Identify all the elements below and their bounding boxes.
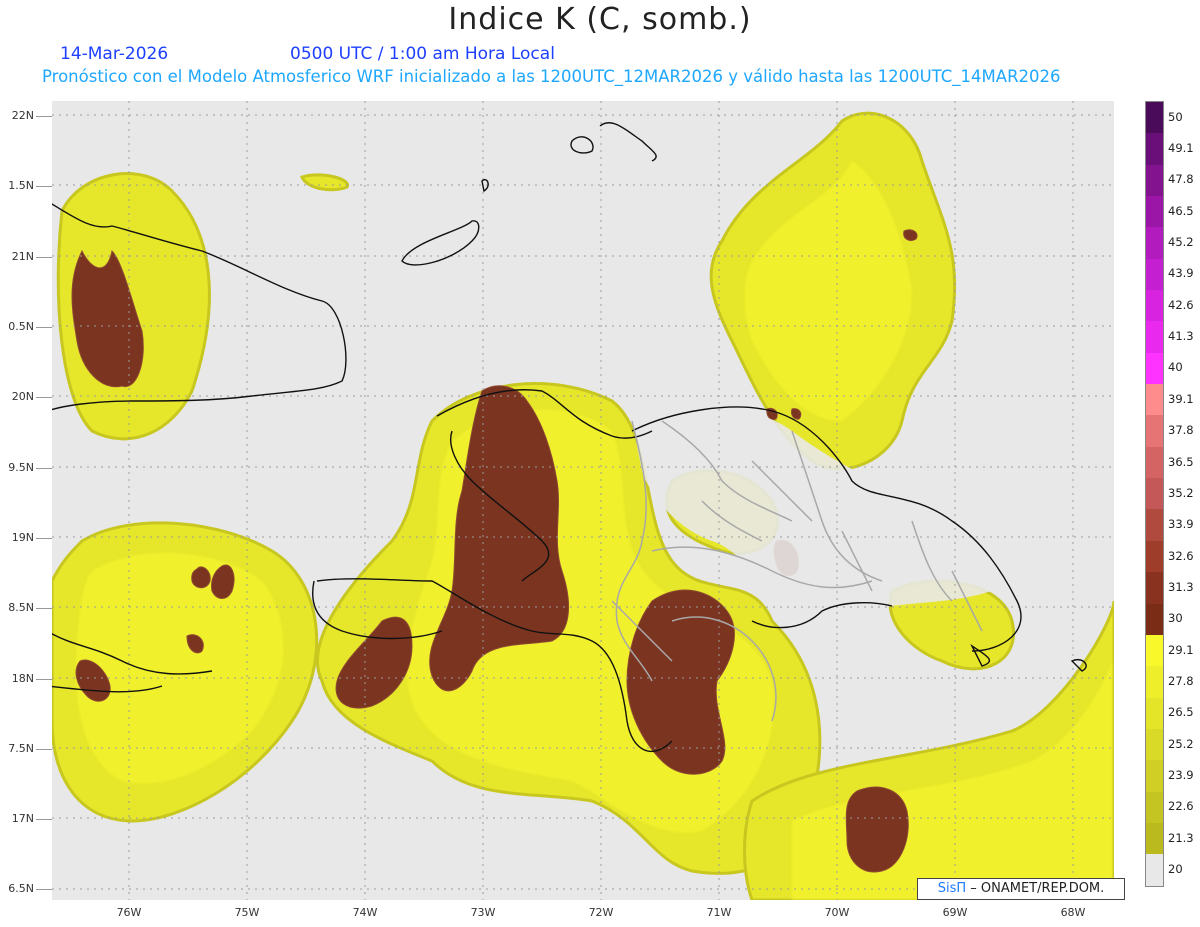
colorbar-segment <box>1146 102 1163 134</box>
colorbar <box>1145 101 1164 887</box>
colorbar-segment <box>1146 196 1163 228</box>
colorbar-segment <box>1146 854 1163 886</box>
forecast-date: 14-Mar-2026 <box>60 44 169 64</box>
latitude-tick <box>36 749 52 750</box>
colorbar-segment <box>1146 760 1163 792</box>
longitude-label: 68W <box>1060 906 1086 919</box>
colorbar-segment <box>1146 384 1163 416</box>
latitude-label: 19N <box>11 531 34 544</box>
longitude-label: 76W <box>116 906 142 919</box>
latitude-tick <box>36 819 52 820</box>
colorbar-label: 30 <box>1168 611 1183 626</box>
map-canvas <box>52 101 1114 900</box>
colorbar-label: 35.2 <box>1168 485 1194 500</box>
colorbar-segment <box>1146 791 1163 823</box>
latitude-label: 21N <box>11 250 34 263</box>
latitude-tick <box>36 538 52 539</box>
colorbar-label: 41.3 <box>1168 329 1194 344</box>
colorbar-label: 36.5 <box>1168 454 1194 469</box>
colorbar-label: 32.6 <box>1168 548 1194 563</box>
colorbar-segment <box>1146 258 1163 291</box>
latitude-label: 22N <box>11 109 34 122</box>
colorbar-segment <box>1146 164 1163 197</box>
map-title: Indice K (C, somb.) <box>448 2 752 37</box>
colorbar-segment <box>1146 321 1163 353</box>
colorbar-label: 37.8 <box>1168 423 1194 438</box>
colorbar-segment <box>1146 415 1163 447</box>
longitude-label: 75W <box>234 906 260 919</box>
colorbar-segment <box>1146 634 1163 667</box>
longitude-label: 69W <box>942 906 968 919</box>
latitude-label: 18N <box>11 672 34 685</box>
brand-label: SisΠ <box>937 881 967 896</box>
colorbar-label: 21.3 <box>1168 830 1194 845</box>
latitude-label: 7.5N <box>8 742 34 755</box>
colorbar-segment <box>1146 290 1163 322</box>
colorbar-label: 49.1 <box>1168 141 1194 156</box>
colorbar-label: 29.1 <box>1168 642 1194 657</box>
colorbar-segment <box>1146 603 1163 635</box>
latitude-label: 9.5N <box>8 461 34 474</box>
colorbar-segment <box>1146 133 1163 165</box>
colorbar-segment <box>1146 666 1163 698</box>
forecast-time: 0500 UTC / 1:00 am Hora Local <box>290 44 555 64</box>
colorbar-segment <box>1146 227 1163 259</box>
colorbar-label: 46.5 <box>1168 203 1194 218</box>
latitude-label: 8.5N <box>8 601 34 614</box>
k-index-map <box>52 101 1114 900</box>
colorbar-label: 43.9 <box>1168 266 1194 281</box>
latitude-tick <box>36 679 52 680</box>
colorbar-label: 45.2 <box>1168 235 1194 250</box>
colorbar-label: 23.9 <box>1168 768 1194 783</box>
colorbar-label: 33.9 <box>1168 517 1194 532</box>
colorbar-label: 22.6 <box>1168 799 1194 814</box>
colorbar-segment <box>1146 352 1163 385</box>
colorbar-label: 50 <box>1168 109 1183 124</box>
longitude-label: 71W <box>706 906 732 919</box>
colorbar-segment <box>1146 540 1163 573</box>
latitude-tick <box>36 186 52 187</box>
latitude-tick <box>36 608 52 609</box>
colorbar-label: 25.2 <box>1168 736 1194 751</box>
latitude-label: 1.5N <box>8 179 34 192</box>
colorbar-label: 42.6 <box>1168 297 1194 312</box>
colorbar-label: 40 <box>1168 360 1183 375</box>
forecast-description: Pronóstico con el Modelo Atmosferico WRF… <box>42 67 1061 86</box>
longitude-label: 70W <box>824 906 850 919</box>
latitude-label: 6.5N <box>8 882 34 895</box>
colorbar-label: 26.5 <box>1168 705 1194 720</box>
colorbar-segment <box>1146 572 1163 604</box>
colorbar-segment <box>1146 478 1163 510</box>
colorbar-label: 47.8 <box>1168 172 1194 187</box>
colorbar-label: 39.1 <box>1168 391 1194 406</box>
colorbar-segment <box>1146 822 1163 855</box>
longitude-label: 74W <box>352 906 378 919</box>
latitude-tick <box>36 257 52 258</box>
colorbar-label: 27.8 <box>1168 673 1194 688</box>
latitude-label: 17N <box>11 812 34 825</box>
colorbar-label: 20 <box>1168 862 1183 877</box>
longitude-label: 73W <box>470 906 496 919</box>
latitude-tick <box>36 397 52 398</box>
credit-box: SisΠ – ONAMET/REP.DOM. <box>917 878 1125 900</box>
latitude-tick <box>36 468 52 469</box>
latitude-label: 0.5N <box>8 320 34 333</box>
colorbar-label: 31.3 <box>1168 579 1194 594</box>
latitude-tick <box>36 116 52 117</box>
credit-label: – ONAMET/REP.DOM. <box>970 881 1105 896</box>
colorbar-segment <box>1146 446 1163 479</box>
longitude-label: 72W <box>588 906 614 919</box>
colorbar-segment <box>1146 728 1163 761</box>
colorbar-segment <box>1146 697 1163 729</box>
colorbar-segment <box>1146 509 1163 541</box>
latitude-tick <box>36 327 52 328</box>
latitude-tick <box>36 889 52 890</box>
latitude-label: 20N <box>11 390 34 403</box>
